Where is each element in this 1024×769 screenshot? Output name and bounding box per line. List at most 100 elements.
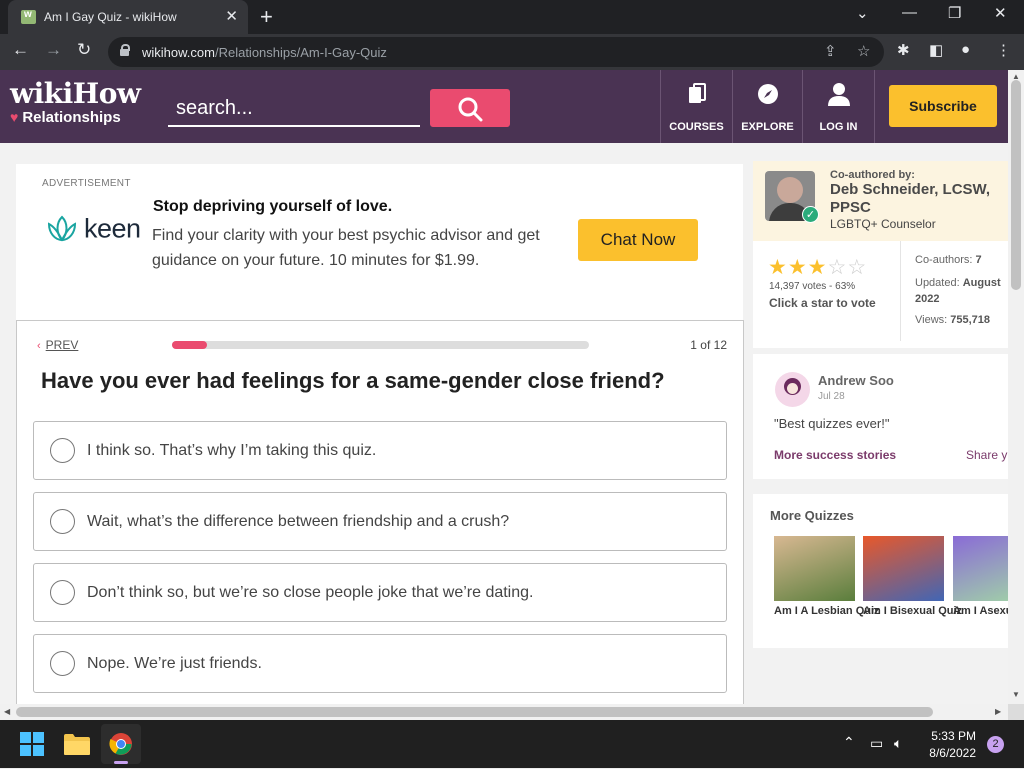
quiz-question: Have you ever had feelings for a same-ge…: [41, 368, 665, 393]
radio-button[interactable]: [50, 509, 75, 534]
quiz-link-lesbian[interactable]: Am I A Lesbian Quiz: [774, 536, 880, 629]
advertisement[interactable]: ADVERTISEMENT keen Stop depriving yourse…: [16, 164, 743, 320]
success-story-card: Andrew Soo Jul 28 "Best quizzes ever!" M…: [753, 354, 1008, 479]
menu-icon[interactable]: ⋮: [996, 41, 1011, 59]
scrollbar-corner: [1008, 704, 1024, 720]
nav-login[interactable]: LOG IN: [802, 70, 874, 143]
star-icon[interactable]: ★: [768, 256, 788, 279]
vertical-scrollbar[interactable]: ▲ ▼: [1008, 70, 1024, 704]
browser-tab-bar: Am I Gay Quiz - wikiHow ✕ + ⌄ — ❐ ✕: [0, 0, 1024, 34]
bookmark-star-icon[interactable]: ☆: [857, 42, 870, 60]
scroll-left-icon[interactable]: ◀: [4, 707, 10, 716]
answer-option-3[interactable]: Don’t think so, but we’re so close peopl…: [33, 563, 727, 622]
share-icon[interactable]: ⇪: [824, 42, 837, 60]
nav-explore[interactable]: EXPLORE: [732, 70, 802, 143]
ad-label: ADVERTISEMENT: [42, 178, 131, 189]
reviewer-avatar: [775, 372, 810, 407]
site-header: wikiHow ♥Relationships COURSES EXPLORE: [0, 70, 1008, 143]
horizontal-scrollbar[interactable]: ◀ ▶: [0, 704, 1008, 720]
network-icon[interactable]: ▭: [870, 735, 883, 752]
clock-date: 8/6/2022: [929, 746, 976, 760]
answer-option-4[interactable]: Nope. We’re just friends.: [33, 634, 727, 693]
extensions-icon[interactable]: ✱: [897, 41, 910, 59]
answer-text: Nope. We’re just friends.: [87, 655, 262, 672]
courses-icon: [688, 83, 706, 103]
address-bar[interactable]: wikihow.com/Relationships/Am-I-Gay-Quiz …: [108, 37, 884, 67]
star-icon[interactable]: ☆: [827, 256, 847, 279]
search-button[interactable]: [430, 89, 510, 127]
reload-button[interactable]: ↻: [77, 40, 91, 60]
updated-stat: Updated: August 2022: [915, 277, 1001, 305]
more-success-stories-link[interactable]: More success stories: [774, 448, 896, 462]
scroll-down-icon[interactable]: ▼: [1012, 690, 1020, 699]
minimize-button[interactable]: —: [902, 4, 917, 21]
vote-prompt: Click a star to vote: [769, 296, 876, 310]
volume-icon[interactable]: 🔈︎: [894, 735, 902, 752]
tab-close-icon[interactable]: ✕: [225, 7, 238, 25]
clock[interactable]: 5:33 PM 8/6/2022: [920, 729, 976, 760]
verified-check-icon: ✓: [802, 206, 819, 223]
search-input[interactable]: [168, 92, 420, 127]
start-button[interactable]: [20, 720, 44, 768]
new-tab-button[interactable]: +: [260, 4, 273, 30]
radio-button[interactable]: [50, 580, 75, 605]
chat-now-button[interactable]: Chat Now: [578, 219, 698, 261]
logo-category: Relationships: [22, 109, 121, 126]
answer-option-2[interactable]: Wait, what’s the difference between frie…: [33, 492, 727, 551]
quiz-link-label: Am I Asexual Quiz: [953, 605, 1008, 617]
close-window-button[interactable]: ✕: [994, 4, 1007, 22]
quiz-link-label: Am I Bisexual Quiz: [863, 605, 963, 617]
scroll-right-icon[interactable]: ▶: [995, 707, 1001, 716]
quiz-progress-fill: [172, 341, 207, 349]
clock-time: 5:33 PM: [931, 729, 976, 743]
subscribe-button[interactable]: Subscribe: [889, 85, 997, 127]
star-icon[interactable]: ★: [808, 256, 828, 279]
radio-button[interactable]: [50, 651, 75, 676]
star-icon[interactable]: ★: [788, 256, 808, 279]
profile-icon[interactable]: ●: [961, 41, 970, 58]
quiz-progress-bar: [172, 341, 589, 349]
coauthored-label: Co-authored by:: [830, 169, 915, 181]
author-name[interactable]: Deb Schneider, LCSW, PPSC: [830, 181, 1008, 217]
heart-icon: ♥: [10, 109, 19, 125]
page-viewport: wikiHow ♥Relationships COURSES EXPLORE: [0, 70, 1008, 704]
review-date: Jul 28: [818, 391, 845, 402]
share-story-link[interactable]: Share y: [966, 448, 1007, 462]
back-button[interactable]: ←: [12, 40, 29, 60]
ad-headline: Stop depriving yourself of love.: [153, 198, 393, 215]
restore-button[interactable]: ❐: [948, 4, 961, 22]
chevron-left-icon: ‹: [37, 340, 41, 352]
star-icon[interactable]: ☆: [847, 256, 867, 279]
vote-count: 14,397 votes - 63%: [769, 281, 856, 292]
author-role: LGBTQ+ Counselor: [830, 217, 936, 231]
vertical-scroll-thumb[interactable]: [1011, 80, 1021, 290]
stats-divider: [900, 241, 901, 341]
quiz-thumbnail: [774, 536, 855, 601]
logo-wordmark: wikiHow: [10, 77, 141, 110]
answer-option-1[interactable]: I think so. That’s why I’m taking this q…: [33, 421, 727, 480]
notification-badge[interactable]: 2: [987, 736, 1004, 753]
forward-button[interactable]: →: [45, 40, 62, 60]
browser-tab[interactable]: Am I Gay Quiz - wikiHow ✕: [8, 0, 248, 34]
prev-link[interactable]: ‹ PREV: [37, 338, 78, 352]
star-rating[interactable]: ★★★☆☆: [768, 255, 867, 280]
tray-overflow-chevron-icon[interactable]: ⌃: [843, 734, 855, 751]
quiz-link-bisexual[interactable]: Am I Bisexual Quiz: [863, 536, 963, 629]
more-quizzes-panel: More Quizzes Am I A Lesbian Quiz Am I Bi…: [753, 494, 1008, 648]
taskbar: ⌃ ▭ 🔈︎ 5:33 PM 8/6/2022 2: [0, 720, 1024, 768]
quiz-link-asexual[interactable]: Am I Asexual Quiz: [953, 536, 1008, 629]
chrome-taskbar-button[interactable]: [101, 724, 141, 764]
author-card: ✓ Co-authored by: Deb Schneider, LCSW, P…: [753, 161, 1008, 348]
wikihow-favicon-icon: [21, 9, 36, 24]
quiz-thumbnail: [863, 536, 944, 601]
chrome-icon: [109, 733, 132, 755]
tab-search-icon[interactable]: ⌄: [856, 4, 869, 22]
ad-body: Find your clarity with your best psychic…: [152, 227, 540, 269]
side-panel-icon[interactable]: ◧: [929, 41, 943, 59]
nav-courses[interactable]: COURSES: [660, 70, 732, 143]
wikihow-logo[interactable]: wikiHow ♥ Relationships: [10, 77, 141, 127]
radio-button[interactable]: [50, 438, 75, 463]
horizontal-scroll-thumb[interactable]: [16, 707, 933, 717]
file-explorer-button[interactable]: [64, 720, 90, 768]
search-icon: [458, 97, 483, 122]
